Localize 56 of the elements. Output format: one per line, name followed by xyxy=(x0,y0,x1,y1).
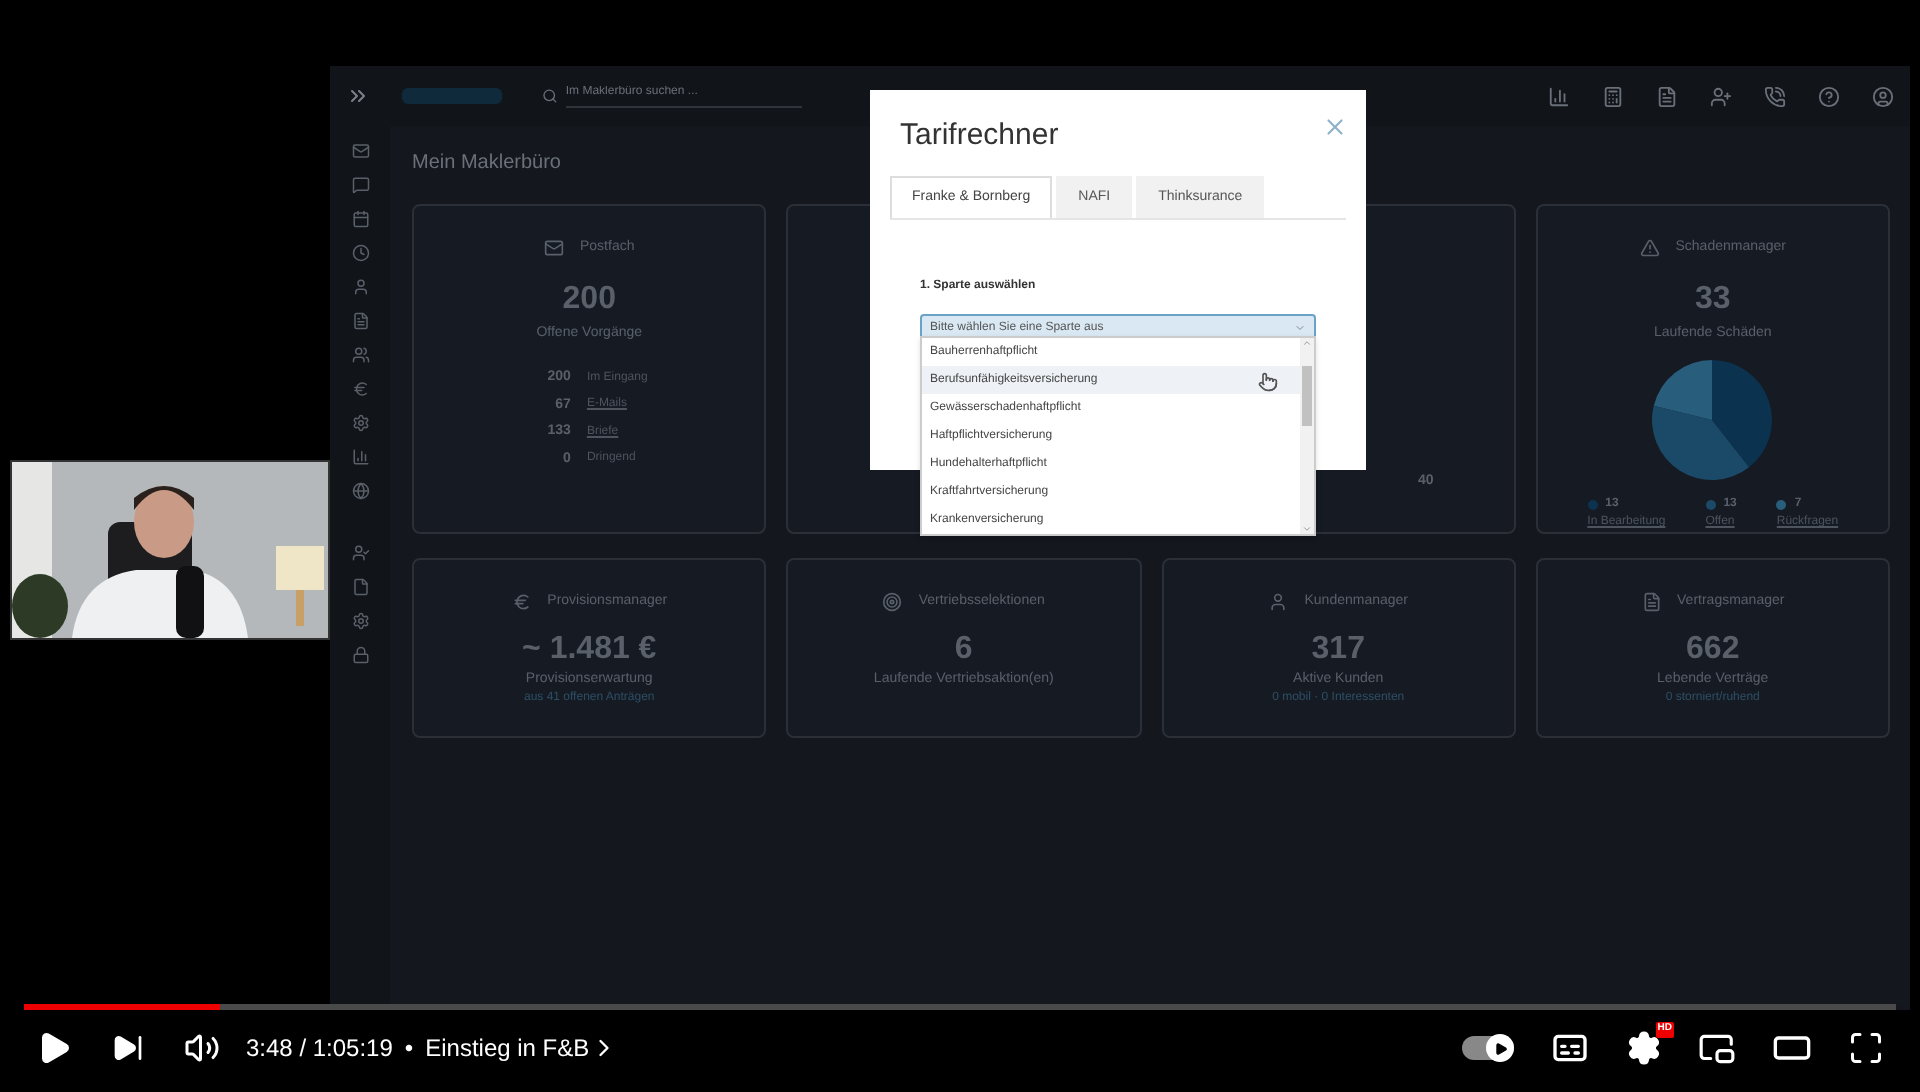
sidebar-icon[interactable] xyxy=(351,176,369,194)
close-icon[interactable] xyxy=(1322,114,1348,140)
next-icon[interactable] xyxy=(112,1032,144,1064)
autoplay-toggle[interactable] xyxy=(1462,1036,1514,1060)
toolbar-icon[interactable] xyxy=(1602,85,1624,107)
play-icon[interactable] xyxy=(36,1030,72,1066)
page-heading: Mein Maklerbüro xyxy=(412,150,563,178)
card-value: 317 xyxy=(1311,629,1365,669)
volume-icon[interactable] xyxy=(184,1030,220,1066)
card-value: 662 xyxy=(1686,629,1740,669)
sidebar-icon[interactable] xyxy=(351,210,369,228)
sidebar-icon[interactable] xyxy=(351,312,369,330)
hand-cursor-icon xyxy=(1258,372,1278,392)
sidebar-icon[interactable] xyxy=(351,482,369,500)
card-title-icon xyxy=(511,592,532,613)
card-title-icon xyxy=(1268,592,1289,613)
sidebar-icon[interactable] xyxy=(351,646,369,664)
fullscreen-icon[interactable] xyxy=(1848,1030,1884,1066)
card-value: ~ 1.481 € xyxy=(522,629,657,669)
card-title-icon xyxy=(882,592,903,613)
search-icon xyxy=(542,88,558,104)
toolbar-icon[interactable] xyxy=(1548,85,1570,107)
caret-icon xyxy=(1294,322,1306,334)
scrollbar[interactable] xyxy=(1300,338,1314,534)
card-value: 33 xyxy=(1694,279,1731,319)
chapter-button[interactable]: Einstieg in F&B xyxy=(425,1030,618,1066)
card-value: 200 xyxy=(562,279,616,319)
time-display: 3:48 / 1:05:19 xyxy=(246,1032,393,1066)
sidebar-icon[interactable] xyxy=(351,578,369,596)
sidebar-icon[interactable] xyxy=(351,346,369,364)
sidebar-icon[interactable] xyxy=(351,142,369,160)
toolbar-icon[interactable] xyxy=(1656,85,1678,107)
separator: • xyxy=(404,1032,414,1066)
sidebar-icon[interactable] xyxy=(351,380,369,398)
toolbar-icon[interactable] xyxy=(1764,85,1786,107)
sidebar-icon[interactable] xyxy=(351,414,369,432)
progress-track[interactable] xyxy=(24,1004,1896,1010)
toolbar-icon[interactable] xyxy=(1872,85,1894,107)
play-icon xyxy=(1493,1041,1507,1055)
sidebar-icon[interactable] xyxy=(351,612,369,630)
miniplayer-icon[interactable] xyxy=(1698,1029,1736,1067)
sidebar-icon[interactable] xyxy=(351,278,369,296)
sidebar-icon[interactable] xyxy=(351,244,369,262)
card-title-icon xyxy=(1639,238,1660,259)
toolbar-icon[interactable] xyxy=(1710,85,1732,107)
sidebar-icon[interactable] xyxy=(351,448,369,466)
dialog-title: Tarifrechner xyxy=(900,116,1059,156)
expand-icon[interactable] xyxy=(346,84,370,108)
scroll-down-icon[interactable] xyxy=(1302,524,1312,534)
card-title-icon xyxy=(1641,592,1662,613)
card-value: 6 xyxy=(954,629,973,669)
settings-icon[interactable] xyxy=(1626,1030,1662,1066)
sidebar-icon[interactable] xyxy=(351,544,369,562)
card-title-icon xyxy=(544,238,564,259)
toolbar-icon[interactable] xyxy=(1818,85,1840,107)
scroll-up-icon[interactable] xyxy=(1302,338,1312,348)
